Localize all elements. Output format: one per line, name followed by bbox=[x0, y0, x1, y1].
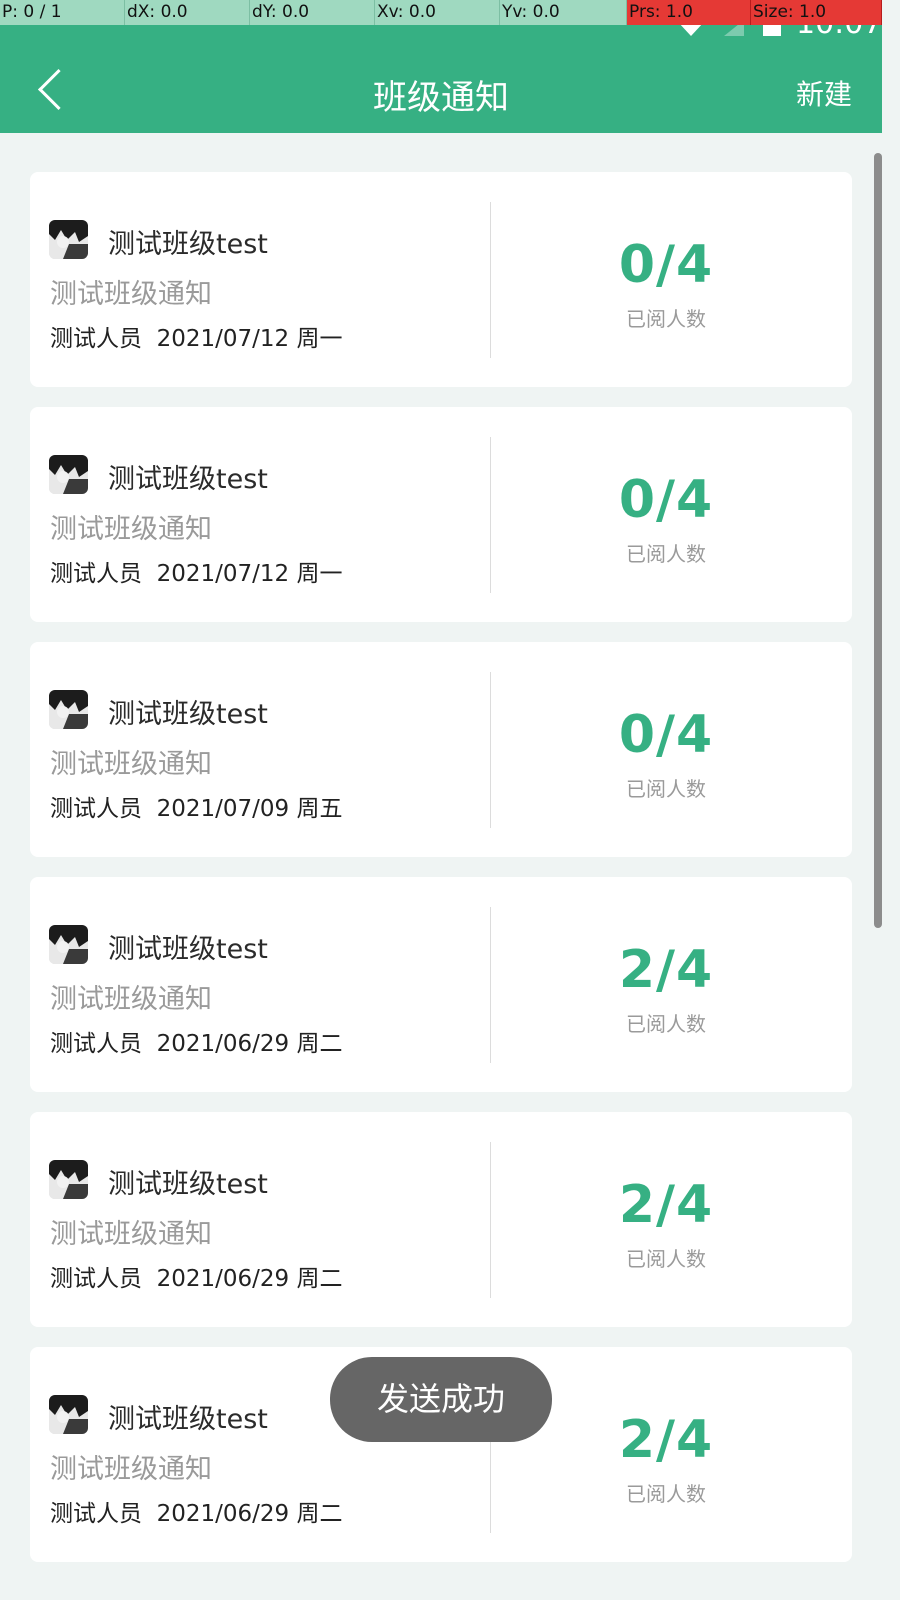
notice-meta: 测试人员 2021/07/09 周五 bbox=[50, 789, 343, 823]
list-scrollbar[interactable] bbox=[874, 153, 882, 928]
notice-meta: 测试人员 2021/06/29 周二 bbox=[50, 1494, 343, 1528]
class-name: 测试班级test bbox=[108, 934, 268, 965]
debug-cell-dy: dY: 0.0 bbox=[250, 0, 375, 25]
class-name: 测试班级test bbox=[108, 229, 268, 260]
avatar bbox=[49, 925, 88, 964]
notice-title: 测试班级通知 bbox=[50, 749, 212, 780]
notice-meta: 测试人员 2021/06/29 周二 bbox=[50, 1024, 343, 1058]
notice-date: 2021/06/29 周二 bbox=[156, 1501, 343, 1527]
page-title: 班级通知 bbox=[373, 78, 509, 118]
avatar bbox=[49, 1160, 88, 1199]
divider bbox=[490, 1142, 491, 1298]
class-name: 测试班级test bbox=[108, 1169, 268, 1200]
class-name: 测试班级test bbox=[108, 699, 268, 730]
class-name: 测试班级test bbox=[108, 464, 268, 495]
debug-cell-pressure: Prs: 1.0 bbox=[627, 0, 751, 25]
read-count: 0/4 bbox=[618, 235, 714, 295]
divider bbox=[490, 907, 491, 1063]
notice-author: 测试人员 bbox=[50, 1501, 142, 1527]
notice-date: 2021/06/29 周二 bbox=[156, 1031, 343, 1057]
read-count: 2/4 bbox=[618, 1410, 714, 1470]
notice-meta: 测试人员 2021/07/12 周一 bbox=[50, 319, 343, 353]
notice-author: 测试人员 bbox=[50, 1266, 142, 1292]
new-notice-button[interactable]: 新建 bbox=[796, 73, 852, 113]
avatar bbox=[49, 455, 88, 494]
read-count-label: 已阅人数 bbox=[626, 1482, 706, 1506]
notice-meta: 测试人员 2021/06/29 周二 bbox=[50, 1259, 343, 1293]
read-count-label: 已阅人数 bbox=[626, 1247, 706, 1271]
notice-title: 测试班级通知 bbox=[50, 1454, 212, 1485]
read-count-label: 已阅人数 bbox=[626, 777, 706, 801]
debug-cell-yv: Yv: 0.0 bbox=[500, 0, 627, 25]
notice-title: 测试班级通知 bbox=[50, 984, 212, 1015]
app-header: 班级通知 新建 bbox=[0, 25, 882, 133]
read-count-label: 已阅人数 bbox=[626, 307, 706, 331]
notice-meta: 测试人员 2021/07/12 周一 bbox=[50, 554, 343, 588]
notification-card[interactable]: 测试班级test 测试班级通知 测试人员 2021/06/29 周二 2/4 已… bbox=[30, 877, 852, 1092]
read-count: 2/4 bbox=[618, 940, 714, 1000]
notification-card[interactable]: 测试班级test 测试班级通知 测试人员 2021/07/12 周一 0/4 已… bbox=[30, 172, 852, 387]
divider bbox=[490, 672, 491, 828]
notice-date: 2021/07/09 周五 bbox=[156, 796, 343, 822]
pointer-debug-bar: P: 0 / 1 dX: 0.0 dY: 0.0 Xv: 0.0 Yv: 0.0… bbox=[0, 0, 882, 25]
read-count: 2/4 bbox=[618, 1175, 714, 1235]
debug-cell-pointer: P: 0 / 1 bbox=[0, 0, 125, 25]
notice-date: 2021/06/29 周二 bbox=[156, 1266, 343, 1292]
read-count-label: 已阅人数 bbox=[626, 1012, 706, 1036]
notice-title: 测试班级通知 bbox=[50, 514, 212, 545]
notice-date: 2021/07/12 周一 bbox=[156, 326, 343, 352]
read-count: 0/4 bbox=[618, 470, 714, 530]
notice-author: 测试人员 bbox=[50, 326, 142, 352]
notice-date: 2021/07/12 周一 bbox=[156, 561, 343, 587]
notice-author: 测试人员 bbox=[50, 1031, 142, 1057]
read-count-label: 已阅人数 bbox=[626, 542, 706, 566]
toast-message: 发送成功 bbox=[330, 1357, 552, 1442]
debug-cell-dx: dX: 0.0 bbox=[125, 0, 250, 25]
class-name: 测试班级test bbox=[108, 1404, 268, 1435]
avatar bbox=[49, 690, 88, 729]
notice-title: 测试班级通知 bbox=[50, 1219, 212, 1250]
divider bbox=[490, 202, 491, 358]
notice-title: 测试班级通知 bbox=[50, 279, 212, 310]
read-count: 0/4 bbox=[618, 705, 714, 765]
notice-author: 测试人员 bbox=[50, 561, 142, 587]
debug-cell-xv: Xv: 0.0 bbox=[375, 0, 500, 25]
notice-author: 测试人员 bbox=[50, 796, 142, 822]
notification-card[interactable]: 测试班级test 测试班级通知 测试人员 2021/07/09 周五 0/4 已… bbox=[30, 642, 852, 857]
notification-card[interactable]: 测试班级test 测试班级通知 测试人员 2021/07/12 周一 0/4 已… bbox=[30, 407, 852, 622]
debug-cell-size: Size: 1.0 bbox=[751, 0, 882, 25]
avatar bbox=[49, 1395, 88, 1434]
avatar bbox=[49, 220, 88, 259]
divider bbox=[490, 437, 491, 593]
notification-card[interactable]: 测试班级test 测试班级通知 测试人员 2021/06/29 周二 2/4 已… bbox=[30, 1112, 852, 1327]
